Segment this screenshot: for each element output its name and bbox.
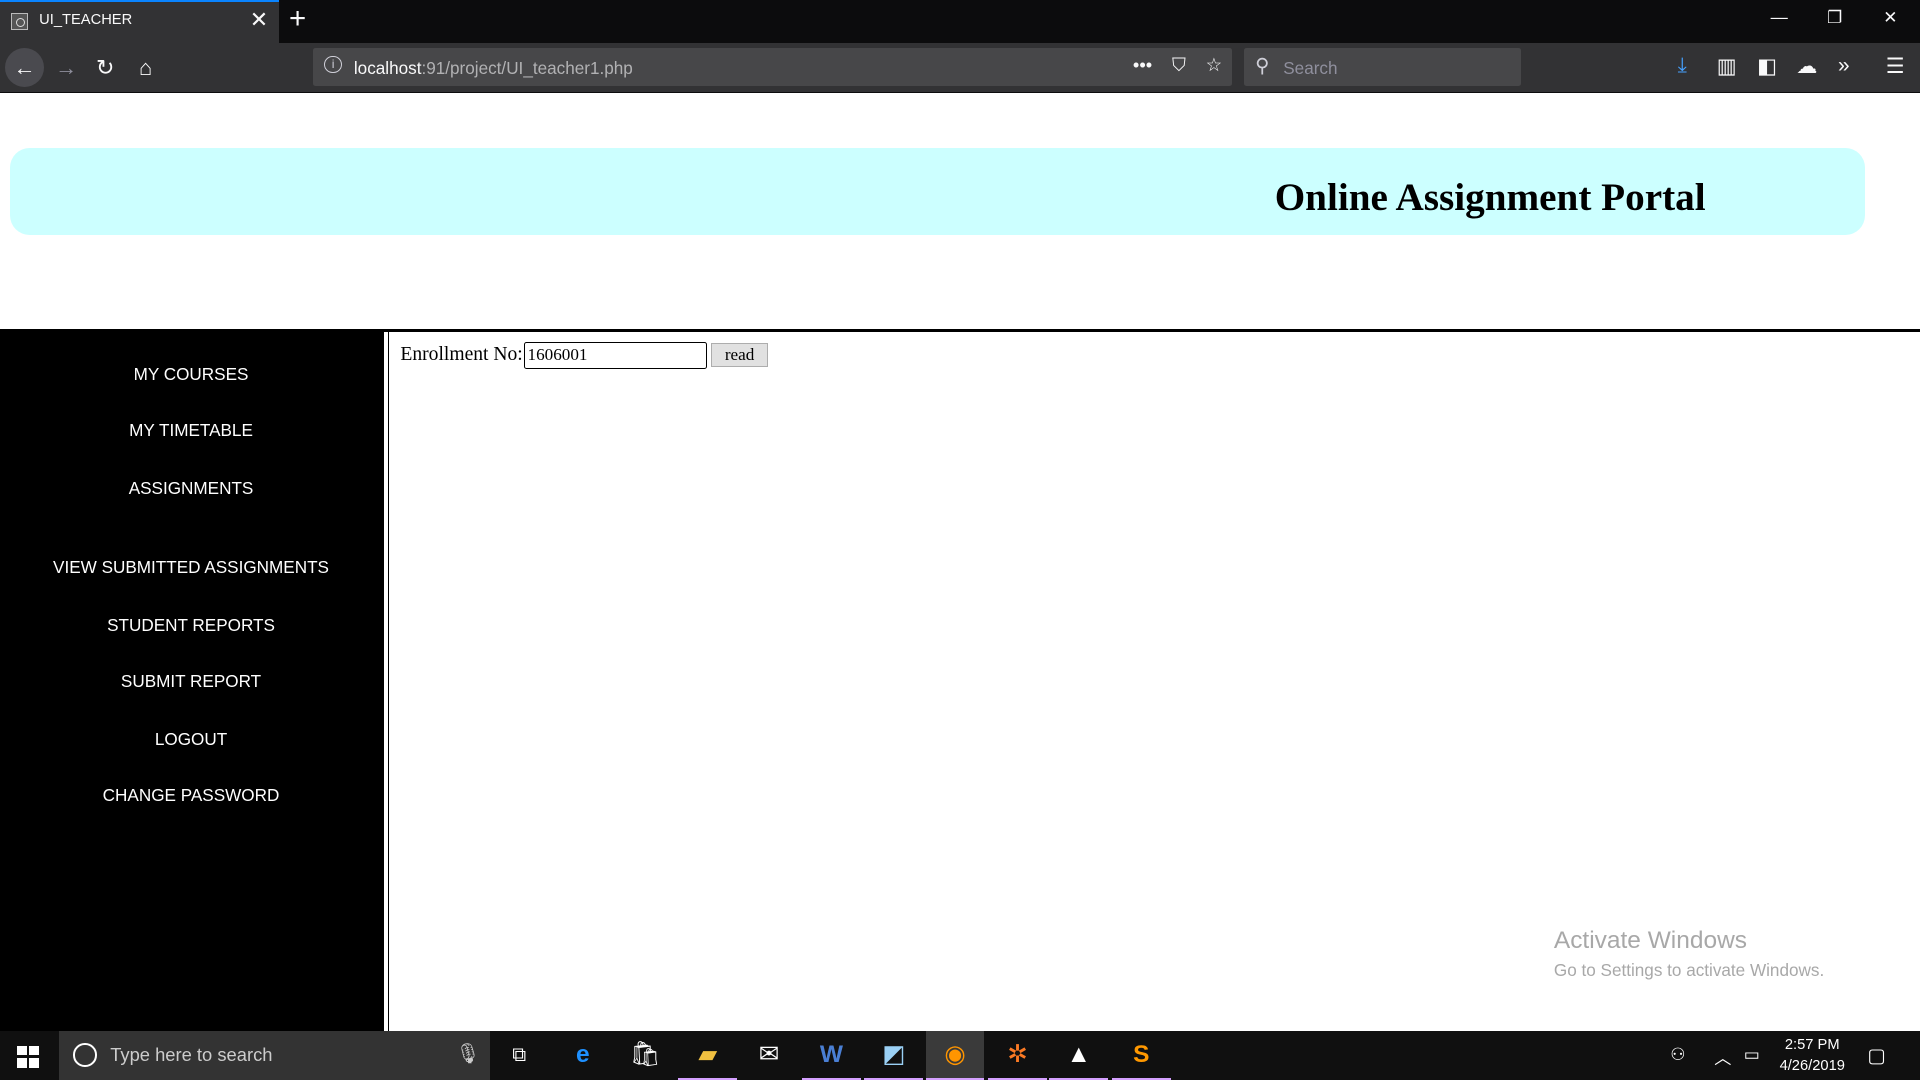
minimize-window-icon[interactable]: — [1771, 7, 1788, 28]
store-icon[interactable]: 🛍 [616, 1031, 675, 1080]
browser-tab-strip: UI_TEACHER ✕ + — ❐ ✕ [0, 0, 1920, 43]
people-icon[interactable]: ⚇ [1670, 1044, 1685, 1065]
sidebar-item-submit-report[interactable]: SUBMIT REPORT [0, 671, 382, 692]
edge-browser-icon[interactable]: e [553, 1031, 612, 1080]
private-mask-icon[interactable]: ☁ [1796, 54, 1817, 79]
downloads-icon[interactable]: ⤓ [1678, 54, 1687, 78]
enrollment-label: Enrollment No: [400, 344, 523, 366]
tab-title: UI_TEACHER [39, 11, 133, 28]
reload-icon[interactable]: ↻ [86, 48, 125, 87]
sidebar-item-view-submitted-assignments[interactable]: VIEW SUBMITTED ASSIGNMENTS [0, 557, 382, 578]
header-banner: Online Assignment Portal [9, 148, 1865, 236]
windows-taskbar: Type here to search 🎙 ⧉ e 🛍 ▰ ✉ W ◩ ◉ ✲ … [0, 1031, 1920, 1080]
close-tab-icon[interactable]: ✕ [250, 7, 268, 32]
action-center-icon[interactable]: ▢ [1867, 1044, 1886, 1068]
page-title: Online Assignment Portal [1274, 176, 1706, 220]
xampp-icon[interactable]: ✲ [988, 1031, 1047, 1080]
home-icon[interactable]: ⌂ [126, 48, 165, 87]
menu-hamburger-icon[interactable]: ☰ [1886, 54, 1905, 79]
browser-toolbar: ← → ↻ ⌂ i localhost:91/project/UI_teache… [0, 42, 1920, 93]
sidebar-item-my-courses[interactable]: MY COURSES [0, 364, 382, 385]
word-icon[interactable]: W [802, 1031, 861, 1080]
photos-icon[interactable]: ▲ [1049, 1031, 1109, 1080]
sidebar-item-logout[interactable]: LOGOUT [0, 729, 382, 750]
back-icon[interactable]: ← [4, 47, 45, 87]
restore-window-icon[interactable]: ❐ [1827, 7, 1842, 28]
taskbar-clock[interactable]: 2:57 PM 4/26/2019 [1773, 1035, 1851, 1077]
notes-app-icon[interactable]: ◩ [864, 1031, 924, 1080]
clock-date: 4/26/2019 [1779, 1057, 1845, 1074]
sidebar-toggle-icon[interactable]: ◧ [1757, 54, 1777, 79]
task-view-icon[interactable]: ⧉ [490, 1031, 549, 1080]
taskbar-search-placeholder: Type here to search [110, 1044, 273, 1066]
forward-icon[interactable]: → [47, 48, 86, 87]
url-text[interactable]: localhost:91/project/UI_teacher1.php [354, 58, 633, 79]
watermark-title: Activate Windows [1553, 926, 1747, 954]
sidebar-item-assignments[interactable]: ASSIGNMENTS [0, 478, 382, 499]
firefox-icon[interactable]: ◉ [925, 1031, 985, 1080]
library-icon[interactable]: ▥ [1717, 54, 1737, 79]
clock-time: 2:57 PM [1784, 1036, 1840, 1053]
show-hidden-icons-chevron-icon[interactable]: ︿ [1714, 1044, 1731, 1069]
battery-icon[interactable]: ▭ [1744, 1044, 1760, 1065]
taskbar-search-box[interactable]: Type here to search 🎙 [58, 1031, 490, 1080]
overflow-chevron-icon[interactable]: » [1838, 54, 1850, 78]
sidebar-item-change-password[interactable]: CHANGE PASSWORD [0, 785, 382, 806]
enrollment-input[interactable] [524, 341, 707, 369]
site-info-icon[interactable]: i [324, 56, 342, 74]
sidebar-item-student-reports[interactable]: STUDENT REPORTS [0, 615, 382, 636]
microphone-icon[interactable]: 🎙 [456, 1042, 481, 1066]
url-bar[interactable]: i localhost:91/project/UI_teacher1.php •… [313, 47, 1232, 86]
page-favicon-icon [11, 13, 29, 31]
read-button[interactable]: read [711, 342, 768, 368]
page-actions-icon[interactable]: ••• [1133, 54, 1152, 75]
bookmark-star-icon[interactable]: ☆ [1206, 54, 1222, 75]
browser-search-placeholder: Search [1283, 57, 1338, 78]
browser-search-box[interactable]: ⚲ Search [1244, 47, 1521, 86]
activate-windows-watermark: Activate Windows Go to Settings to activ… [1554, 927, 1824, 981]
file-explorer-icon[interactable]: ▰ [678, 1031, 738, 1080]
pocket-icon[interactable]: ⛉ [1172, 54, 1186, 75]
cortana-icon [73, 1043, 98, 1067]
close-window-icon[interactable]: ✕ [1883, 7, 1897, 28]
windows-start-icon[interactable] [17, 1045, 40, 1068]
search-icon: ⚲ [1255, 54, 1270, 77]
sidebar-nav: MY COURSES MY TIMETABLE ASSIGNMENTS VIEW… [0, 331, 385, 1032]
url-host: localhost [353, 57, 422, 78]
new-tab-icon[interactable]: + [289, 2, 306, 36]
watermark-subtitle: Go to Settings to activate Windows. [1553, 959, 1825, 980]
mail-icon[interactable]: ✉ [740, 1031, 799, 1080]
sidebar-item-my-timetable[interactable]: MY TIMETABLE [0, 420, 382, 441]
url-path: :91/project/UI_teacher1.php [421, 57, 633, 78]
browser-tab[interactable]: UI_TEACHER ✕ [0, 0, 280, 43]
content-divider [384, 331, 390, 1032]
sublime-text-icon[interactable]: S [1111, 1031, 1171, 1080]
